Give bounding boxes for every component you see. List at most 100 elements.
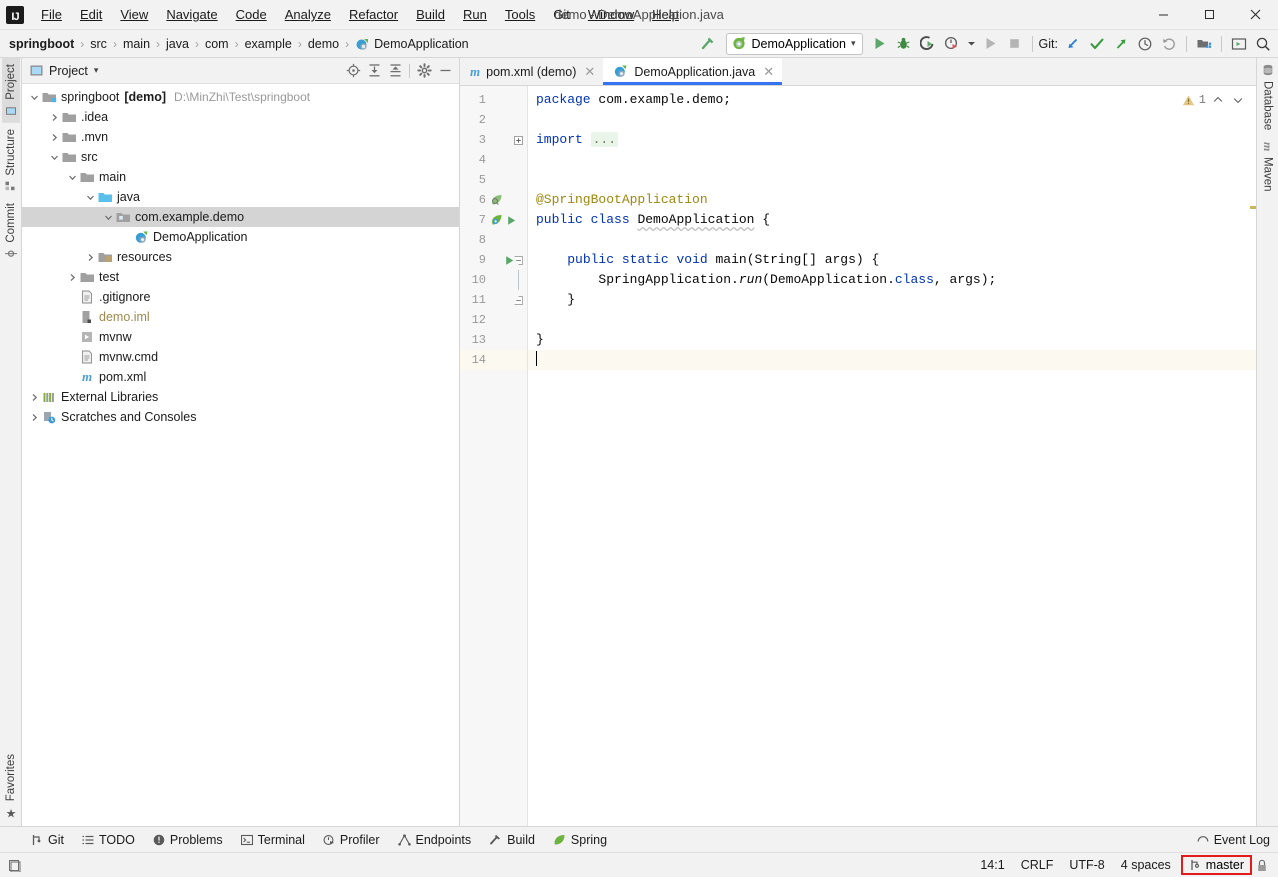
- chevron-down-icon[interactable]: [48, 153, 61, 162]
- menu-edit[interactable]: Edit: [71, 3, 111, 26]
- project-structure-icon[interactable]: [1193, 33, 1215, 55]
- git-push-button[interactable]: [1110, 33, 1132, 55]
- memory-indicator-icon[interactable]: [8, 859, 21, 872]
- sidebar-item-maven[interactable]: m Maven: [1257, 136, 1278, 197]
- editor-gutter[interactable]: 1 2 3 4 5 6 7 8 9 10 11 12 13 14: [460, 86, 528, 826]
- chevron-right-icon[interactable]: [48, 113, 61, 122]
- menu-file[interactable]: File: [32, 3, 71, 26]
- breadcrumb-main[interactable]: main: [120, 35, 153, 53]
- tree-node-scratches[interactable]: Scratches and Consoles: [22, 407, 459, 427]
- tree-node-pomxml[interactable]: m pom.xml: [22, 367, 459, 387]
- toolwindow-spring[interactable]: Spring: [544, 830, 616, 850]
- profile-button[interactable]: [941, 33, 963, 55]
- tree-node-demoiml[interactable]: demo.iml: [22, 307, 459, 327]
- menu-code[interactable]: Code: [227, 3, 276, 26]
- breadcrumb-src[interactable]: src: [87, 35, 110, 53]
- tree-node-springboot[interactable]: springboot [demo] D:\MinZhi\Test\springb…: [22, 87, 459, 107]
- locate-target-icon[interactable]: [343, 61, 363, 81]
- chevron-right-icon[interactable]: [28, 393, 41, 402]
- menu-help[interactable]: Help: [643, 3, 688, 26]
- close-icon[interactable]: ✕: [584, 64, 595, 80]
- toolwindow-profiler[interactable]: Profiler: [314, 830, 389, 850]
- collapse-all-icon[interactable]: [385, 61, 405, 81]
- chevron-down-icon[interactable]: [28, 93, 41, 102]
- run-gutter-icon[interactable]: [506, 215, 517, 226]
- previous-problem-icon[interactable]: [1210, 94, 1226, 106]
- menu-window[interactable]: Window: [579, 3, 643, 26]
- inspection-widget[interactable]: 1: [1182, 90, 1246, 110]
- breadcrumb-example[interactable]: example: [242, 35, 295, 53]
- toolwindow-todo[interactable]: TODO: [73, 830, 144, 850]
- breadcrumb-com[interactable]: com: [202, 35, 232, 53]
- fold-collapse-icon[interactable]: [514, 295, 523, 305]
- chevron-down-icon[interactable]: ▾: [851, 38, 856, 49]
- git-commit-button[interactable]: [1086, 33, 1108, 55]
- tree-node-idea[interactable]: .idea: [22, 107, 459, 127]
- minimize-button[interactable]: [1140, 0, 1186, 30]
- editor-tab-pomxml[interactable]: m pom.xml (demo) ✕: [460, 58, 603, 85]
- menu-analyze[interactable]: Analyze: [276, 3, 340, 26]
- toolwindow-build[interactable]: Build: [480, 830, 544, 850]
- chevron-down-icon[interactable]: [965, 33, 978, 55]
- menu-navigate[interactable]: Navigate: [157, 3, 226, 26]
- sidebar-item-structure[interactable]: Structure: [2, 123, 20, 198]
- indent-size[interactable]: 4 spaces: [1113, 856, 1179, 874]
- fold-collapse-icon[interactable]: [514, 255, 523, 265]
- event-log-button[interactable]: Event Log: [1197, 833, 1270, 847]
- run-configuration-selector[interactable]: DemoApplication ▾: [725, 32, 863, 55]
- expand-all-icon[interactable]: [364, 61, 384, 81]
- breadcrumb-democlass[interactable]: DemoApplication: [352, 35, 472, 53]
- chevron-down-icon[interactable]: [66, 173, 79, 182]
- folded-imports[interactable]: ...: [590, 132, 619, 147]
- spring-boot-icon[interactable]: [490, 213, 504, 227]
- git-history-button[interactable]: [1134, 33, 1156, 55]
- terminal-screen-icon[interactable]: [1228, 33, 1250, 55]
- project-panel-title[interactable]: Project ▾: [30, 64, 98, 78]
- chevron-right-icon[interactable]: [48, 133, 61, 142]
- search-icon[interactable]: [1252, 33, 1274, 55]
- tree-node-mvnwcmd[interactable]: mvnw.cmd: [22, 347, 459, 367]
- menu-tools[interactable]: Tools: [496, 3, 544, 26]
- toolwindow-terminal[interactable]: Terminal: [232, 830, 314, 850]
- project-tree[interactable]: springboot [demo] D:\MinZhi\Test\springb…: [22, 84, 459, 826]
- close-icon[interactable]: ✕: [763, 64, 774, 80]
- hammer-icon[interactable]: [698, 33, 720, 55]
- tree-node-mvnw[interactable]: mvnw: [22, 327, 459, 347]
- chevron-down-icon[interactable]: ▾: [94, 65, 99, 76]
- breadcrumb-demo[interactable]: demo: [305, 35, 342, 53]
- menu-view[interactable]: View: [111, 3, 157, 26]
- toolwindow-endpoints[interactable]: Endpoints: [389, 830, 481, 850]
- tree-node-test[interactable]: test: [22, 267, 459, 287]
- fold-expand-icon[interactable]: [514, 135, 523, 145]
- chevron-down-icon[interactable]: [84, 193, 97, 202]
- tree-node-main[interactable]: main: [22, 167, 459, 187]
- gear-icon[interactable]: [414, 61, 434, 81]
- chevron-right-icon[interactable]: [66, 273, 79, 282]
- tree-node-gitignore[interactable]: .gitignore: [22, 287, 459, 307]
- lock-icon[interactable]: [1252, 857, 1272, 874]
- menu-refactor[interactable]: Refactor: [340, 3, 407, 26]
- tree-node-java[interactable]: java: [22, 187, 459, 207]
- chevron-down-icon[interactable]: [102, 213, 115, 222]
- editor-tab-demoapplication[interactable]: DemoApplication.java ✕: [603, 58, 783, 85]
- file-encoding[interactable]: UTF-8: [1061, 856, 1112, 874]
- menu-run[interactable]: Run: [454, 3, 496, 26]
- git-branch-widget[interactable]: master: [1180, 855, 1252, 875]
- breadcrumb-springboot[interactable]: springboot: [6, 35, 77, 53]
- minimize-icon[interactable]: [435, 61, 455, 81]
- tree-node-demoapplication[interactable]: DemoApplication: [22, 227, 459, 247]
- sidebar-item-project[interactable]: Project: [1, 58, 20, 123]
- tree-node-resources[interactable]: resources: [22, 247, 459, 267]
- maximize-button[interactable]: [1186, 0, 1232, 30]
- tree-node-package-comexampledemo[interactable]: com.example.demo: [22, 207, 459, 227]
- menu-git[interactable]: Git: [544, 3, 579, 26]
- debug-button[interactable]: [893, 33, 915, 55]
- toolwindow-problems[interactable]: Problems: [144, 830, 232, 850]
- menu-build[interactable]: Build: [407, 3, 454, 26]
- tree-node-src[interactable]: src: [22, 147, 459, 167]
- git-update-project-button[interactable]: [1062, 33, 1084, 55]
- next-problem-icon[interactable]: [1230, 94, 1246, 106]
- close-button[interactable]: [1232, 0, 1278, 30]
- tree-node-mvn[interactable]: .mvn: [22, 127, 459, 147]
- sidebar-item-database[interactable]: Database: [1259, 58, 1277, 136]
